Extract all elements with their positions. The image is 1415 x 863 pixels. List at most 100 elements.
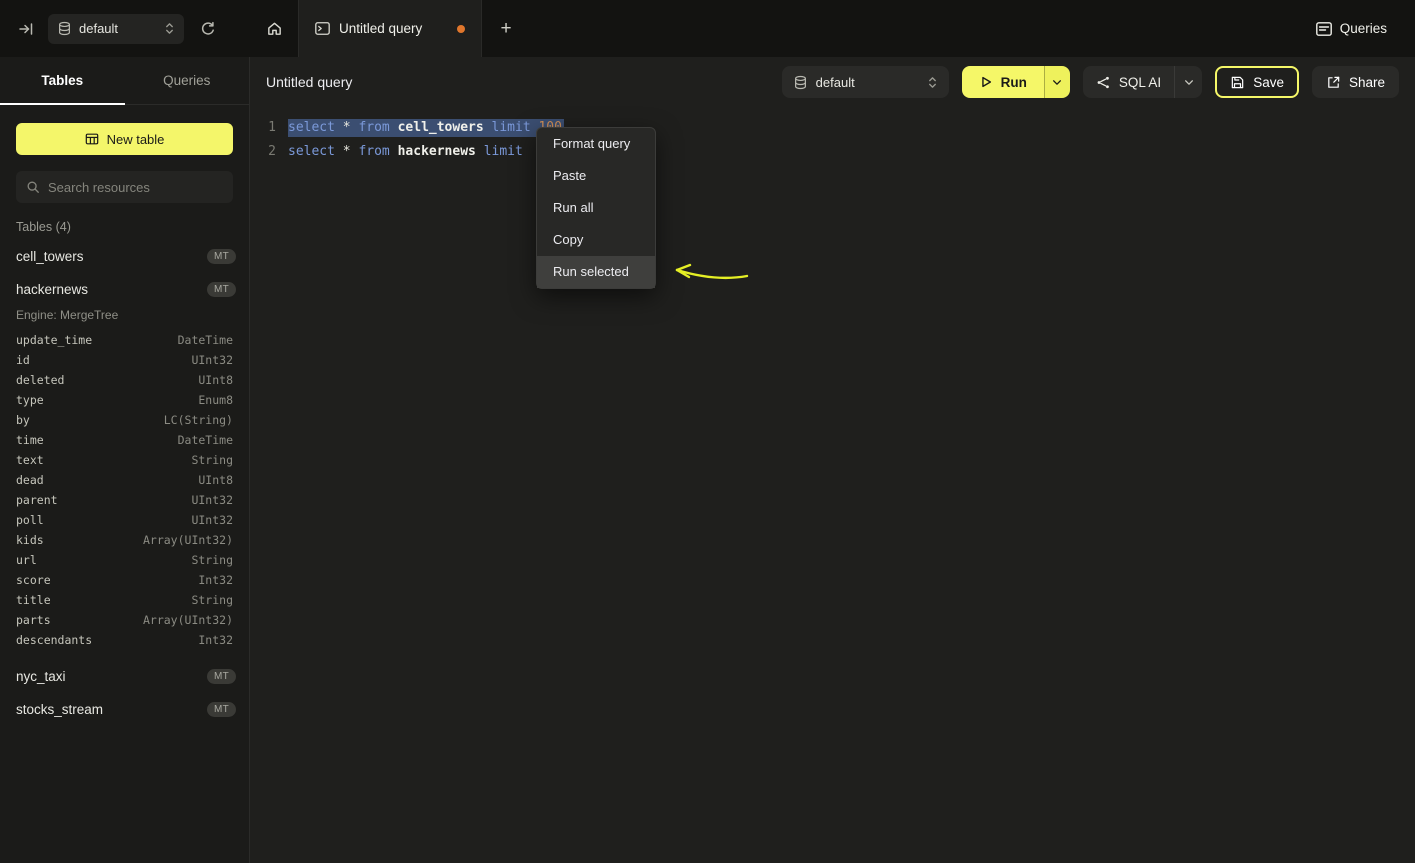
column-type: String	[191, 593, 233, 607]
query-toolbar: default Run	[782, 66, 1399, 98]
table-row-stocks-stream[interactable]: stocks_stream MT	[0, 693, 249, 726]
home-tab[interactable]	[250, 0, 298, 57]
run-label: Run	[1001, 75, 1027, 90]
context-menu-item-format-query[interactable]: Format query	[537, 128, 655, 160]
run-options-chevron[interactable]	[1044, 66, 1070, 98]
column-type: UInt32	[191, 353, 233, 367]
app-window: default Untitled query +	[0, 0, 1415, 863]
share-icon	[1326, 75, 1341, 90]
column-type: DateTime	[178, 333, 233, 347]
column-name: score	[16, 573, 51, 587]
topbar-left: default	[0, 0, 250, 57]
column-row: by LC(String)	[16, 410, 233, 430]
line-number: 2	[250, 140, 276, 164]
column-name: kids	[16, 533, 44, 547]
save-button[interactable]: Save	[1215, 66, 1299, 98]
editor-context-menu: Format query Paste Run all Copy Run sele…	[536, 127, 656, 289]
column-name: url	[16, 553, 37, 567]
table-row-cell-towers[interactable]: cell_towers MT	[0, 240, 249, 273]
unsaved-indicator-dot	[457, 25, 465, 33]
tab-strip: Untitled query +	[250, 0, 1316, 57]
sidebar: Tables Queries New table Tables (4) cell…	[0, 57, 250, 863]
sql-editor[interactable]: 1 select * from cell_towers limit 100 2 …	[250, 107, 1415, 164]
queries-button[interactable]: Queries	[1316, 21, 1387, 36]
annotation-arrow	[665, 257, 755, 289]
column-row: type Enum8	[16, 390, 233, 410]
table-row-nyc-taxi[interactable]: nyc_taxi MT	[0, 660, 249, 693]
topbar-database-selector[interactable]: default	[48, 14, 184, 44]
search-input[interactable]	[48, 180, 224, 195]
database-icon	[57, 21, 72, 36]
run-button[interactable]: Run	[962, 66, 1044, 98]
editor-line-2[interactable]: 2 select * from hackernews limit	[250, 140, 1415, 164]
column-type: Int32	[198, 573, 233, 587]
sql-ai-chevron[interactable]	[1174, 66, 1202, 98]
engine-badge: MT	[207, 702, 236, 717]
chevron-down-icon	[1052, 79, 1062, 86]
column-type: Array(UInt32)	[143, 613, 233, 627]
column-list: update_timeDateTime idUInt32 deletedUInt…	[0, 328, 249, 660]
toolbar-database-selector[interactable]: default	[782, 66, 949, 98]
tab-untitled-query[interactable]: Untitled query	[298, 0, 482, 57]
column-type: Enum8	[198, 393, 233, 407]
selected-sql-text: select * from cell_towers limit 100	[288, 119, 564, 137]
search-box	[16, 171, 233, 203]
column-type: String	[191, 553, 233, 567]
sql-ai-icon	[1096, 75, 1111, 90]
engine-badge: MT	[207, 249, 236, 264]
sql-ai-button[interactable]: SQL AI	[1083, 66, 1174, 98]
context-menu-item-paste[interactable]: Paste	[537, 160, 655, 192]
column-row: textString	[16, 450, 233, 470]
play-icon	[979, 75, 993, 89]
editor-line-1[interactable]: 1 select * from cell_towers limit 100	[250, 116, 1415, 140]
column-type: Int32	[198, 633, 233, 647]
terminal-icon	[315, 22, 330, 35]
engine-badge: MT	[207, 282, 236, 297]
sidebar-tab-tables[interactable]: Tables	[0, 57, 125, 104]
column-name: parent	[16, 493, 58, 507]
search-icon	[26, 180, 40, 194]
column-type: UInt32	[191, 513, 233, 527]
column-name: descendants	[16, 633, 92, 647]
sql-ai-button-group: SQL AI	[1083, 66, 1202, 98]
chevron-down-icon	[1184, 79, 1194, 86]
column-name: dead	[16, 473, 44, 487]
sidebar-tab-queries[interactable]: Queries	[125, 57, 250, 104]
sidebar-tabs: Tables Queries	[0, 57, 249, 105]
column-row: parent UInt32	[16, 490, 233, 510]
sql-ai-label: SQL AI	[1119, 75, 1161, 90]
table-grid-icon	[85, 132, 99, 146]
column-row: partsArray(UInt32)	[16, 610, 233, 630]
database-icon	[793, 75, 808, 90]
save-label: Save	[1253, 75, 1284, 90]
refresh-icon[interactable]	[200, 21, 216, 37]
column-row: descendants Int32	[16, 630, 233, 650]
column-type: LC(String)	[164, 413, 233, 427]
column-row: url String	[16, 550, 233, 570]
column-name: type	[16, 393, 44, 407]
new-tab-button[interactable]: +	[482, 0, 530, 57]
column-row: timeDateTime	[16, 430, 233, 450]
context-menu-item-run-selected[interactable]: Run selected	[537, 256, 655, 288]
column-row: idUInt32	[16, 350, 233, 370]
topbar: default Untitled query +	[0, 0, 1415, 57]
context-menu-item-copy[interactable]: Copy	[537, 224, 655, 256]
column-row: kidsArray(UInt32)	[16, 530, 233, 550]
column-name: time	[16, 433, 44, 447]
table-row-hackernews[interactable]: hackernews MT	[0, 273, 249, 306]
save-icon	[1230, 75, 1245, 90]
collapse-sidebar-icon[interactable]	[18, 21, 34, 37]
share-button[interactable]: Share	[1312, 66, 1399, 98]
table-name: cell_towers	[16, 249, 84, 264]
column-type: UInt32	[191, 493, 233, 507]
tables-heading: Tables (4)	[16, 220, 233, 234]
queries-label: Queries	[1340, 21, 1387, 36]
column-row: deadUInt8	[16, 470, 233, 490]
new-table-button[interactable]: New table	[16, 123, 233, 155]
topbar-right: Queries	[1316, 0, 1415, 57]
context-menu-item-run-all[interactable]: Run all	[537, 192, 655, 224]
column-name: update_time	[16, 333, 92, 347]
toolbar-database-value: default	[816, 75, 855, 90]
column-name: by	[16, 413, 30, 427]
queries-icon	[1316, 22, 1332, 36]
